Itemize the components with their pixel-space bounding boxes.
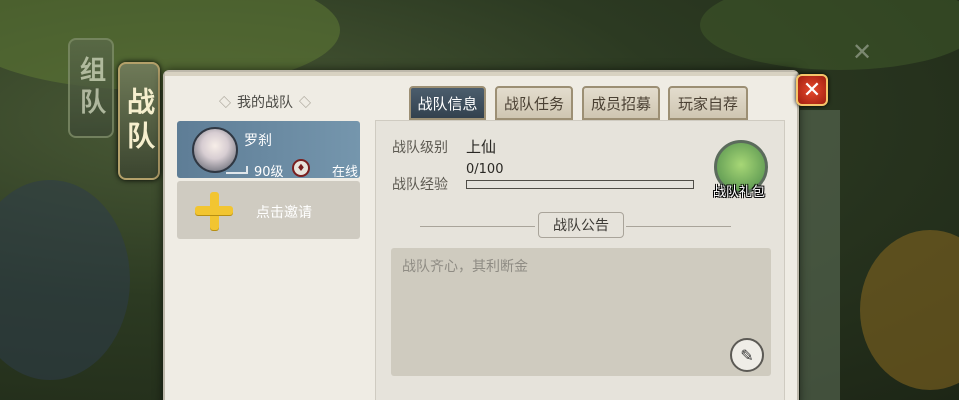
background-close-icon: ✕ — [852, 38, 873, 66]
edit-announcement-button[interactable]: ✎ — [730, 338, 764, 372]
announcement-text: 战队齐心，其利断金 — [402, 259, 528, 275]
my-squad-title: 我的战队 — [210, 90, 320, 114]
xp-value: 0/100 — [466, 162, 504, 177]
member-level: 90级 — [254, 165, 284, 180]
tab-squad-info[interactable]: 战队信息 — [409, 86, 486, 120]
leader-mark-icon — [226, 166, 248, 174]
background-lantern — [860, 230, 959, 390]
level-value: 上仙 — [466, 138, 497, 156]
level-label: 战队级别 — [392, 140, 448, 156]
divider-left — [420, 226, 535, 227]
side-tab-squad[interactable]: 战队 — [118, 62, 160, 180]
xp-progress-bar — [466, 180, 694, 189]
close-button[interactable]: ✕ — [796, 74, 828, 106]
divider-right — [626, 226, 731, 227]
side-tab-team[interactable]: 组队 — [68, 38, 114, 138]
invite-label: 点击邀请 — [256, 205, 312, 221]
xp-label: 战队经验 — [392, 177, 448, 193]
tab-squad-tasks[interactable]: 战队任务 — [495, 86, 573, 120]
gift-label[interactable]: 战队礼包 — [713, 181, 765, 200]
background-panel-edge — [800, 110, 840, 400]
background-tree — [700, 0, 959, 70]
tab-player-apply[interactable]: 玩家自荐 — [668, 86, 748, 120]
tab-member-recruit[interactable]: 成员招募 — [582, 86, 660, 120]
brush-icon: ✎ — [740, 345, 754, 365]
plus-icon — [195, 192, 233, 230]
role-icon: ♦ — [292, 159, 310, 177]
announcement-title: 战队公告 — [538, 212, 624, 238]
member-name: 罗刹 — [244, 133, 272, 149]
background-rock — [0, 180, 130, 380]
member-status: 在线 — [332, 165, 359, 180]
close-icon: ✕ — [802, 77, 822, 103]
